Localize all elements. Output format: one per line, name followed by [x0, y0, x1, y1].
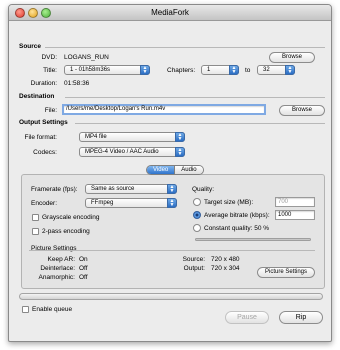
source-divider — [45, 47, 325, 48]
framerate-label: Framerate (fps): — [31, 186, 78, 193]
quality-slider[interactable] — [195, 238, 311, 241]
constant-quality-radio[interactable] — [193, 224, 201, 232]
enable-queue-label: Enable queue — [32, 306, 73, 313]
codecs-value: MPEG-4 Video / AAC Audio — [85, 149, 159, 155]
popup-arrows-icon: ▲ ▼ — [285, 65, 295, 75]
target-size-input[interactable]: 700 — [275, 197, 315, 207]
destination-heading: Destination — [19, 93, 55, 100]
encoder-select[interactable]: FFmpeg ▲ ▼ — [85, 198, 177, 208]
destination-browse-button[interactable]: Browse — [279, 105, 325, 116]
popup-arrows-icon: ▲ ▼ — [167, 184, 177, 194]
popup-arrows-icon: ▲ ▼ — [175, 147, 185, 157]
encode-progress-bar — [19, 293, 323, 300]
grayscale-checkbox[interactable] — [32, 214, 39, 221]
average-bitrate-input[interactable]: 1000 — [275, 210, 315, 220]
window-title: MediaFork — [151, 8, 189, 17]
framerate-value: Same as source — [91, 186, 135, 192]
twopass-label: 2-pass encoding — [42, 228, 90, 235]
enable-queue-checkbox[interactable] — [22, 306, 29, 313]
chapter-from-value: 1 — [207, 67, 211, 73]
file-format-select[interactable]: MP4 file ▲ ▼ — [79, 132, 185, 142]
picture-settings-button[interactable]: Picture Settings — [257, 267, 315, 278]
title-select-value: 1 - 01h58m36s — [70, 67, 111, 73]
source-size-label: Source: — [182, 256, 205, 263]
file-format-value: MP4 file — [85, 134, 107, 140]
source-heading: Source — [19, 43, 42, 50]
popup-arrows-icon: ▲ ▼ — [140, 65, 150, 75]
settings-tabs: Video Audio — [146, 165, 204, 175]
mediafork-window: MediaFork Source DVD: LOGANS_RUN Browse … — [8, 4, 332, 342]
title-label: Title: — [43, 67, 57, 74]
title-bar[interactable]: MediaFork — [9, 5, 331, 21]
deinterlace-value: Off — [79, 265, 88, 272]
twopass-checkbox[interactable] — [32, 228, 39, 235]
tab-video[interactable]: Video — [147, 166, 175, 174]
quality-label: Quality: — [192, 186, 215, 193]
duration-value: 01:58:36 — [64, 80, 90, 87]
output-size-label: Output: — [183, 265, 205, 272]
output-heading: Output Settings — [19, 119, 68, 126]
keep-ar-label: Keep AR: — [47, 256, 75, 263]
grayscale-label: Grayscale encoding — [42, 214, 100, 221]
file-format-label: File format: — [24, 134, 57, 141]
codecs-select[interactable]: MPEG-4 Video / AAC Audio ▲ ▼ — [79, 147, 185, 157]
deinterlace-label: Deinterlace: — [40, 265, 75, 272]
target-size-label: Target size (MB): — [204, 199, 254, 206]
keep-ar-value: On — [79, 256, 88, 263]
chapter-to-select[interactable]: 32 ▲ ▼ — [257, 65, 295, 75]
popup-arrows-icon: ▲ ▼ — [229, 65, 239, 75]
destination-divider — [65, 97, 325, 98]
output-divider — [75, 123, 325, 124]
picture-divider — [29, 250, 315, 251]
anamorphic-value: Off — [79, 274, 88, 281]
encoder-label: Encoder: — [31, 200, 58, 207]
title-select[interactable]: 1 - 01h58m36s ▲ ▼ — [64, 65, 150, 75]
pause-button[interactable]: Pause — [225, 311, 269, 324]
anamorphic-label: Anamorphic: — [38, 274, 76, 281]
popup-arrows-icon: ▲ ▼ — [175, 132, 185, 142]
codecs-label: Codecs: — [33, 149, 57, 156]
file-label: File: — [44, 107, 57, 114]
to-label: to — [245, 67, 251, 74]
rip-button[interactable]: Rip — [279, 311, 323, 324]
destination-file-input[interactable]: /Users/me/Desktop/Logan's Run.m4v — [62, 104, 266, 115]
source-size-value: 720 x 480 — [211, 256, 240, 263]
framerate-select[interactable]: Same as source ▲ ▼ — [85, 184, 177, 194]
chapter-from-select[interactable]: 1 ▲ ▼ — [201, 65, 239, 75]
popup-arrows-icon: ▲ ▼ — [167, 198, 177, 208]
chapter-to-value: 32 — [263, 67, 270, 73]
constant-quality-label: Constant quality: 50 % — [204, 225, 270, 232]
duration-label: Duration: — [30, 80, 57, 87]
source-browse-button[interactable]: Browse — [269, 52, 315, 63]
encoder-value: FFmpeg — [91, 200, 114, 206]
output-size-value: 720 x 304 — [211, 265, 240, 272]
dvd-label: DVD: — [41, 54, 57, 61]
tab-audio[interactable]: Audio — [174, 166, 203, 174]
dvd-value: LOGANS_RUN — [64, 54, 109, 61]
average-bitrate-label: Average bitrate (kbps): — [204, 212, 270, 219]
target-size-radio[interactable] — [193, 198, 201, 206]
chapters-label: Chapters: — [167, 67, 196, 74]
average-bitrate-radio[interactable] — [193, 211, 201, 219]
